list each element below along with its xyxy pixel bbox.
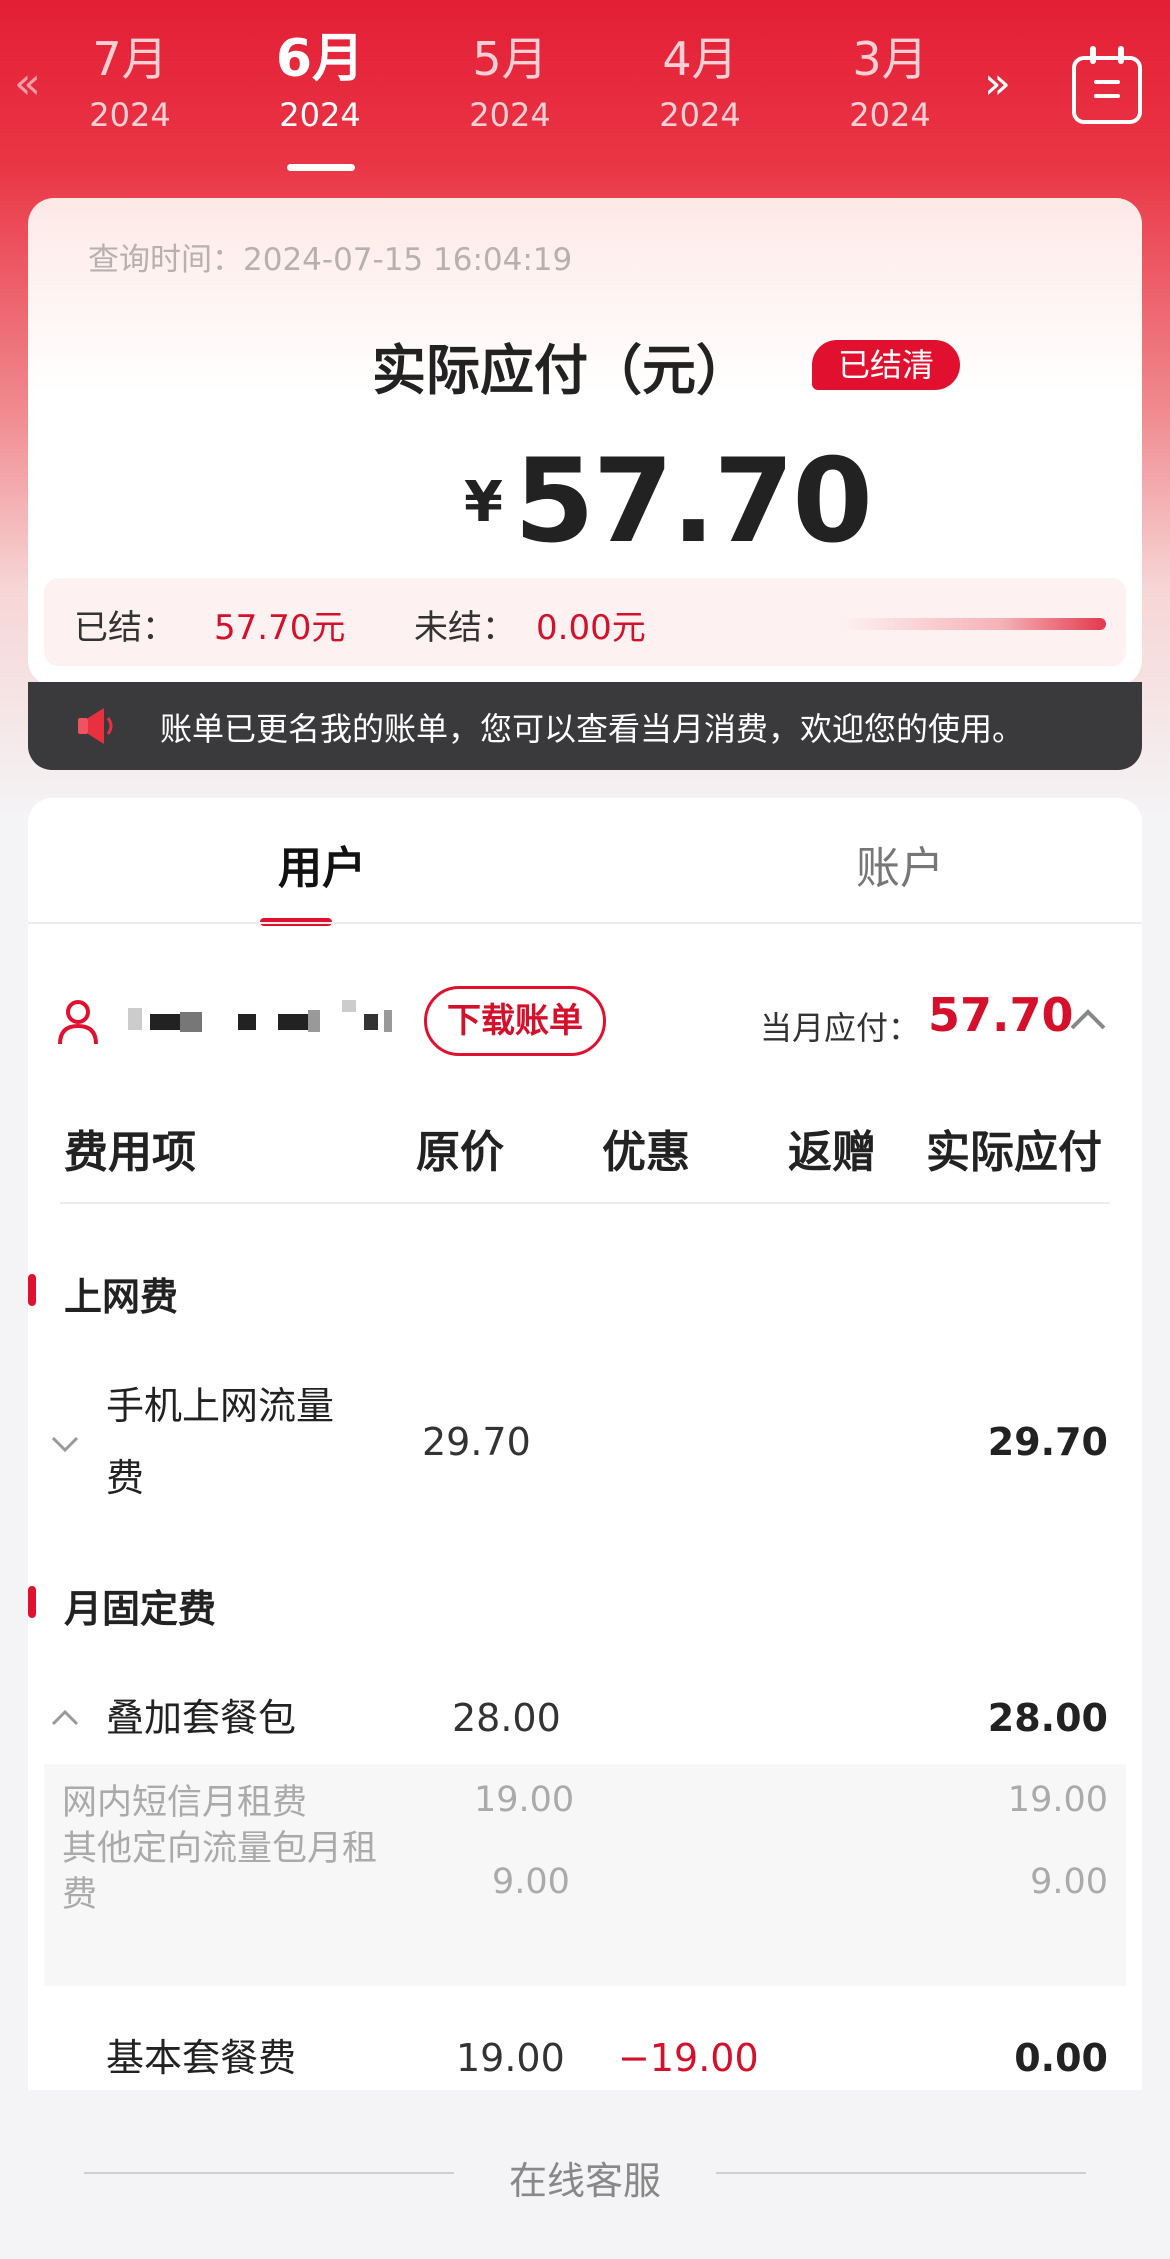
month-tab-jul[interactable]: 7月 2024 [60,26,200,138]
total-amount: 57.70 [514,434,873,569]
detail-item-name: 其他定向流量包月租费 [62,1829,378,1915]
user-icon [58,1000,98,1045]
fee-item-name[interactable]: 基本套餐费 [106,2022,356,2094]
month-tab-may[interactable]: 5月 2024 [440,26,580,138]
bill-detail-card: 用户 账户 下载账单 当月应付： 57.70 费用项 原价 优惠 返赠 实际应付… [28,798,1142,2090]
header-divider [60,1202,1110,1204]
year-label: 2024 [279,96,361,134]
masked-phone-number [128,1000,392,1032]
chevron-up-icon[interactable] [50,1708,80,1728]
detail-item-final: 9.00 [1030,1862,1108,1902]
prev-months-icon[interactable]: « [14,62,41,106]
month-tab-jun[interactable]: 6月 2024 [250,26,390,138]
group-marker [28,1586,36,1618]
currency-symbol: ¥ [464,470,503,535]
fee-detail-panel: 网内短信月租费 19.00 19.00 其他定向流量包月租费 9.00 9.00 [44,1764,1126,1986]
notice-text: 账单已更名我的账单，您可以查看当月消费，欢迎您的使用。 [160,710,1025,748]
chevron-down-icon[interactable] [50,1434,80,1454]
group-title: 月固定费 [64,1587,217,1631]
month-label: 5月 [472,32,548,86]
footer-divider-left [84,2172,454,2174]
next-months-icon[interactable]: » [984,62,1011,106]
speaker-icon [78,708,113,744]
column-header-original: 原价 [416,1127,504,1178]
column-header-final: 实际应付 [926,1127,1102,1178]
tab-account[interactable]: 账户 [750,832,1050,896]
footer: 在线客服 [0,2090,1170,2259]
detail-item-name: 网内短信月租费 [62,1783,308,1823]
year-label: 2024 [469,96,551,134]
detail-item-final: 19.00 [1007,1780,1108,1820]
tab-user[interactable]: 用户 [172,832,472,896]
month-label: 3月 [852,32,928,86]
online-service-link[interactable]: 在线客服 [480,2150,690,2205]
detail-item-original: 19.00 [474,1780,575,1820]
month-label: 4月 [662,32,738,86]
fee-item-final: 0.00 [1014,2036,1108,2080]
status-badge: 已结清 [812,340,960,390]
fee-item-name[interactable]: 叠加套餐包 [106,1682,356,1754]
month-tab-mar[interactable]: 3月 2024 [820,26,960,138]
month-pay-value: 57.70 [928,988,1074,1042]
query-time: 查询时间：2024-07-15 16:04:19 [88,242,573,278]
year-label: 2024 [659,96,741,134]
month-label: 7月 [92,32,168,86]
fee-item-discount: −19.00 [618,2036,759,2080]
column-header-discount: 优惠 [602,1127,690,1178]
active-month-indicator [287,164,355,171]
calendar-icon[interactable] [1072,46,1142,124]
notice-bar: 账单已更名我的账单，您可以查看当月消费，欢迎您的使用。 [28,682,1142,770]
column-header-item: 费用项 [64,1127,196,1178]
fee-item-original: 28.00 [452,1696,561,1740]
group-marker [28,1274,36,1306]
fee-item-original: 19.00 [456,2036,565,2080]
fee-item-original: 29.70 [422,1420,531,1464]
month-pay-label: 当月应付： [760,1009,921,1047]
download-bill-button[interactable]: 下载账单 [424,986,606,1056]
unsettled-label: 未结： [414,608,516,648]
tab-divider [28,922,1142,924]
fee-item-final: 29.70 [987,1420,1108,1464]
year-label: 2024 [849,96,931,134]
group-title: 上网费 [64,1275,179,1319]
fee-item-name[interactable]: 手机上网流量费 [106,1370,356,1514]
settlement-progress-bar [844,618,1106,630]
footer-divider-right [716,2172,1086,2174]
month-selector: « 7月 2024 6月 2024 5月 2024 4月 2024 3月 202… [0,0,1170,180]
settled-label: 已结： [74,608,176,648]
unsettled-value: 0.00元 [536,608,646,648]
detail-item-original: 9.00 [492,1862,570,1902]
year-label: 2024 [89,96,171,134]
payable-title: 实际应付（元） [372,339,750,402]
fee-item-final: 28.00 [987,1696,1108,1740]
column-header-gift: 返赠 [788,1127,876,1178]
chevron-up-icon[interactable] [1068,1004,1108,1034]
settled-value: 57.70元 [214,608,346,648]
month-label: 6月 [275,29,365,89]
month-tab-apr[interactable]: 4月 2024 [630,26,770,138]
settlement-row: 已结： 57.70元 未结： 0.00元 [44,578,1126,666]
bill-summary-card: 查询时间：2024-07-15 16:04:19 实际应付（元） 已结清 ¥ 5… [28,198,1142,686]
